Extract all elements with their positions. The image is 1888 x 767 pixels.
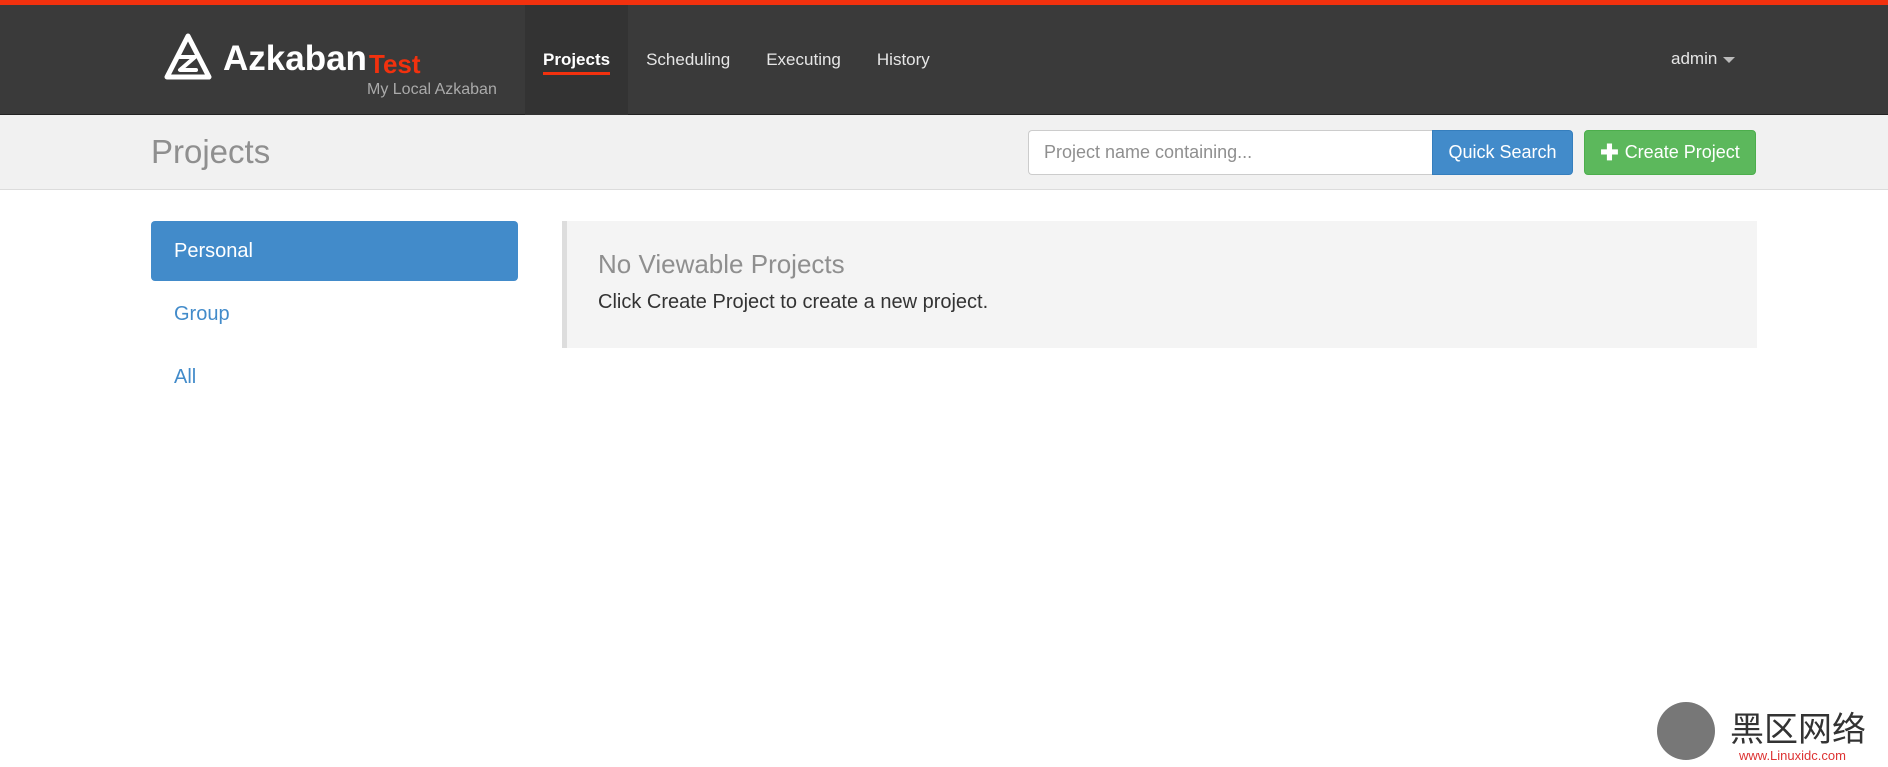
top-navbar: Azkaban Test My Local Azkaban Projects S… [0,0,1888,115]
plus-icon: ✚ [1600,139,1619,165]
quick-search-button[interactable]: Quick Search [1432,130,1573,175]
username: admin [1671,49,1718,68]
sidebar-item-group[interactable]: Group [151,284,518,344]
watermark-logo-icon [1657,702,1715,760]
empty-projects-panel: No Viewable Projects Click Create Projec… [562,221,1757,348]
caret-down-icon [1723,57,1736,63]
sidebar-item-label: Group [174,302,230,325]
page-header: Projects Quick Search ✚ Create Project [0,115,1888,190]
nav-history-label: History [876,50,930,69]
watermark-text: 黑区网络 [1730,710,1866,750]
nav-scheduling-label: Scheduling [646,50,731,69]
watermark-url: www.Linuxidc.com [1739,748,1846,763]
create-project-label: Create Project [1624,142,1740,162]
environment-label: Test [369,49,421,79]
sidebar-item-personal[interactable]: Personal [151,221,518,281]
site-watermark: 黑区网络 www.Linuxidc.com [1655,700,1885,767]
sidebar-item-all[interactable]: All [151,347,518,407]
active-nav-indicator [543,72,611,75]
nav-scheduling[interactable]: Scheduling [628,5,748,115]
nav-projects[interactable]: Projects [525,5,629,115]
sidebar-item-label: All [174,365,197,388]
brand-subtitle: My Local Azkaban [367,81,497,98]
nav-projects-label: Projects [543,50,611,69]
user-menu[interactable]: admin [1671,49,1736,69]
project-search-input[interactable] [1028,130,1432,175]
page-title: Projects [151,133,271,170]
nav-executing-label: Executing [766,50,841,69]
main-nav: Projects Scheduling Executing History [525,5,948,115]
sidebar-item-label: Personal [174,239,253,262]
create-project-button[interactable]: ✚ Create Project [1584,130,1756,175]
empty-state-title: No Viewable Projects [598,249,845,279]
empty-state-message: Click Create Project to create a new pro… [598,291,989,313]
azkaban-logo-icon [164,33,212,80]
nav-executing[interactable]: Executing [748,5,859,115]
nav-history[interactable]: History [859,5,948,115]
brand-name: Azkaban [223,39,367,78]
project-filter-sidebar: Personal Group All [151,221,518,410]
